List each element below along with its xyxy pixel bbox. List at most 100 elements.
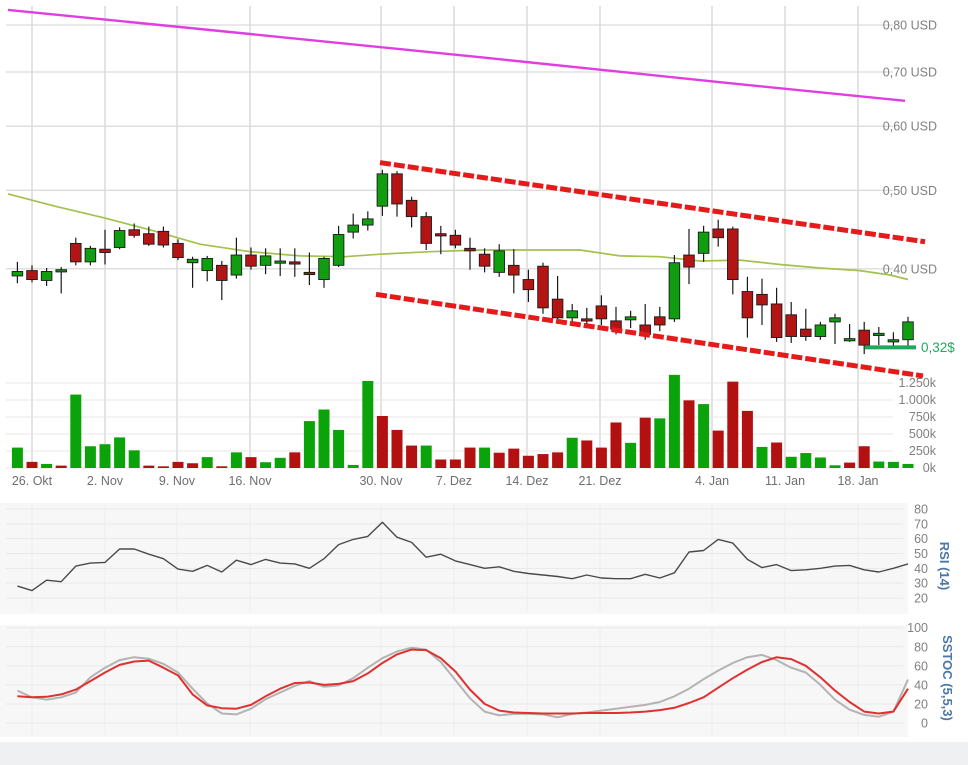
candle-body bbox=[624, 316, 637, 321]
volume-bar bbox=[128, 450, 140, 468]
volume-bar bbox=[508, 448, 520, 468]
volume-bar bbox=[858, 446, 870, 468]
volume-bar bbox=[26, 461, 38, 468]
date-tick-label: 16. Nov bbox=[228, 474, 272, 488]
candle-body bbox=[420, 216, 432, 244]
candle-body bbox=[508, 264, 520, 276]
candle-body bbox=[40, 271, 53, 281]
price-axis-label: 0,50 USD bbox=[883, 184, 937, 198]
candle-body bbox=[128, 229, 140, 236]
volume-bar bbox=[727, 381, 739, 468]
volume-bar bbox=[844, 462, 856, 468]
candle-body bbox=[683, 254, 695, 268]
volume-bar bbox=[625, 442, 637, 468]
candle-body bbox=[770, 303, 783, 339]
rsi-tick-label: 20 bbox=[914, 591, 928, 605]
volume-bar bbox=[639, 417, 651, 468]
volume-bar bbox=[187, 463, 199, 468]
candle-body bbox=[712, 228, 724, 239]
volume-bar bbox=[114, 437, 126, 468]
volume-bar bbox=[493, 452, 505, 468]
volume-bar bbox=[274, 457, 286, 468]
date-tick-label: 4. Jan bbox=[695, 474, 729, 488]
candle-body bbox=[814, 324, 827, 337]
volume-bar bbox=[11, 447, 23, 468]
candle-body bbox=[216, 264, 228, 281]
stoch-tick-label: 0 bbox=[921, 717, 928, 731]
candle-body bbox=[800, 328, 812, 337]
volume-bar bbox=[581, 440, 593, 468]
volume-bar bbox=[800, 453, 812, 468]
volume-bar bbox=[362, 380, 374, 468]
volume-axis-label: 500k bbox=[909, 427, 937, 441]
candle-body bbox=[201, 257, 213, 272]
volume-bar bbox=[376, 415, 388, 468]
candle-body bbox=[318, 257, 330, 280]
date-tick-label: 30. Nov bbox=[359, 474, 403, 488]
rsi-panel-label: RSI (14) bbox=[937, 542, 952, 590]
volume-bar bbox=[55, 465, 67, 468]
volume-bar bbox=[683, 400, 695, 468]
candle-body bbox=[70, 242, 82, 263]
volume-bar bbox=[347, 464, 359, 468]
volume-bar bbox=[230, 452, 242, 468]
price-chart-canvas[interactable]: 0,80 USD 0,70 USD 0,60 USD 0,50 USD 0,40 USD… bbox=[0, 0, 968, 765]
date-tick-label: 14. Dez bbox=[505, 474, 548, 488]
volume-bar bbox=[391, 429, 403, 468]
candle-body bbox=[303, 271, 316, 276]
volume-bar bbox=[712, 430, 724, 468]
volume-bar bbox=[464, 447, 476, 468]
candle-body bbox=[435, 233, 447, 237]
date-tick-label: 7. Dez bbox=[436, 474, 472, 488]
volume-bar bbox=[654, 418, 666, 468]
volume-bar bbox=[522, 455, 534, 468]
candle-body bbox=[858, 329, 870, 346]
volume-bar bbox=[420, 445, 432, 468]
volume-bar bbox=[260, 462, 272, 468]
candle-body bbox=[464, 247, 476, 252]
candle-body bbox=[143, 233, 155, 245]
stoch-panel-label: SSTOC (5,5,3) bbox=[940, 635, 955, 721]
candle-body bbox=[785, 314, 797, 337]
date-tick-label: 2. Nov bbox=[87, 474, 124, 488]
candle-body bbox=[654, 316, 666, 326]
candle-body bbox=[376, 173, 389, 207]
candle-body bbox=[566, 310, 578, 319]
volume-bar bbox=[303, 421, 315, 468]
volume-axis-label: 750k bbox=[909, 410, 937, 424]
volume-bar bbox=[771, 442, 783, 468]
volume-bar bbox=[829, 465, 841, 468]
channel-lower-line bbox=[375, 291, 924, 379]
rsi-tick-label: 50 bbox=[914, 547, 928, 561]
volume-bar bbox=[537, 454, 549, 468]
date-tick-label: 26. Okt bbox=[12, 474, 53, 488]
candle-body bbox=[829, 317, 841, 323]
volume-bar bbox=[902, 463, 914, 468]
candle-body bbox=[362, 218, 374, 226]
stoch-tick-label: 100 bbox=[907, 621, 928, 635]
volume-axis-label: 0k bbox=[923, 461, 937, 475]
candle-body bbox=[391, 173, 403, 205]
volume-bar bbox=[406, 445, 418, 468]
volume-bar bbox=[785, 456, 797, 468]
candle-body bbox=[157, 230, 170, 246]
candle-body bbox=[581, 318, 593, 322]
candle-body bbox=[26, 270, 38, 280]
candle-body bbox=[347, 224, 359, 233]
candle-body bbox=[449, 234, 462, 246]
volume-axis-label: 1.000k bbox=[898, 393, 936, 407]
candle-body bbox=[493, 250, 505, 273]
candle-body bbox=[332, 234, 345, 266]
rsi-tick-label: 70 bbox=[914, 517, 928, 531]
price-axis-label: 0,60 USD bbox=[883, 120, 937, 134]
candle-body bbox=[756, 293, 768, 306]
date-tick-label: 18. Jan bbox=[837, 474, 878, 488]
candle-body bbox=[551, 298, 564, 319]
candle-body bbox=[230, 254, 243, 276]
bottom-strip bbox=[0, 742, 968, 765]
stoch-tick-label: 60 bbox=[914, 659, 928, 673]
candle-body bbox=[902, 321, 914, 341]
candle-body bbox=[843, 338, 856, 342]
volume-bar bbox=[449, 459, 461, 468]
volume-bar bbox=[84, 446, 96, 468]
